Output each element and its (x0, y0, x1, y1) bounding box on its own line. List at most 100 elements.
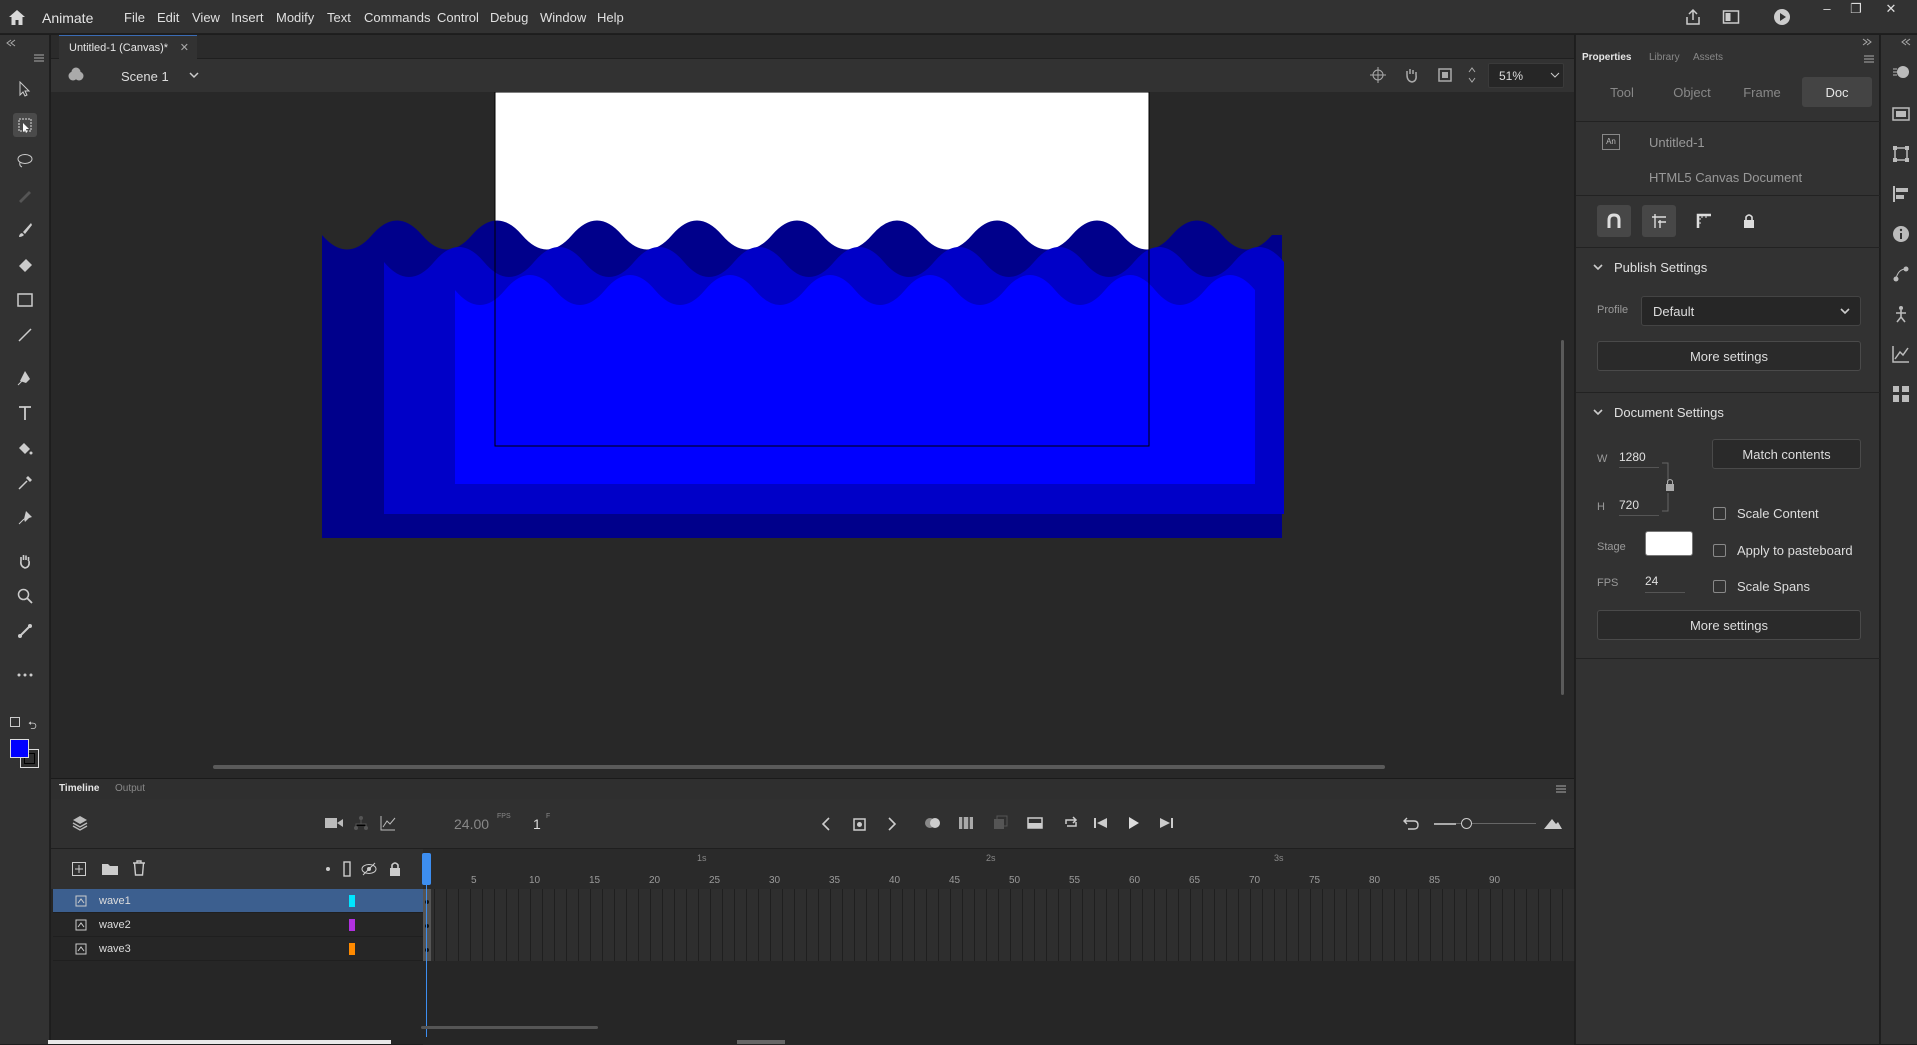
onion-skin-icon[interactable] (924, 816, 942, 830)
zoom-tool-icon[interactable] (13, 584, 37, 608)
hand-tool-icon[interactable] (13, 549, 37, 573)
puppet-icon[interactable] (1892, 305, 1910, 323)
tab-properties[interactable]: Properties (1582, 52, 1631, 63)
swap-colors-icon[interactable]: ⮌ (28, 717, 37, 736)
height-field[interactable]: 720 (1619, 498, 1639, 512)
delete-layer-icon[interactable] (132, 860, 146, 876)
info-icon[interactable] (1892, 225, 1910, 243)
pencil-tool-icon[interactable] (13, 183, 37, 207)
scene-dropdown-icon[interactable] (189, 72, 199, 79)
menu-insert[interactable]: Insert (231, 10, 264, 25)
apply-to-pasteboard-checkbox[interactable] (1713, 544, 1726, 557)
prev-keyframe-icon[interactable] (821, 817, 831, 831)
rotate-stage-icon[interactable] (1403, 67, 1419, 83)
stage-area[interactable] (51, 92, 1574, 778)
free-transform-tool-icon[interactable] (13, 113, 37, 137)
menu-file[interactable]: File (124, 10, 145, 25)
tab-library[interactable]: Library (1649, 52, 1680, 63)
graph-icon[interactable] (380, 815, 396, 831)
line-tool-icon[interactable] (13, 323, 37, 347)
collapse-icon[interactable] (6, 39, 16, 47)
scale-content-checkbox[interactable] (1713, 507, 1726, 520)
fps-field[interactable]: 24 (1645, 574, 1658, 588)
layers-icon[interactable] (71, 814, 89, 832)
eraser-tool-icon[interactable] (13, 253, 37, 277)
share-icon[interactable] (1684, 8, 1702, 26)
publish-more-settings-button[interactable]: More settings (1597, 341, 1861, 371)
play-icon[interactable] (1128, 816, 1140, 830)
menu-view[interactable]: View (192, 10, 220, 25)
menu-text[interactable]: Text (327, 10, 351, 25)
tab-frame[interactable]: Frame (1727, 77, 1797, 107)
insert-keyframe-icon[interactable] (852, 815, 868, 831)
fill-color-swatch[interactable] (10, 739, 29, 758)
layer-row[interactable]: wave3 (53, 937, 423, 961)
collapse-panels-icon[interactable] (1862, 38, 1872, 46)
rectangle-tool-icon[interactable] (13, 288, 37, 312)
layer-outline-color[interactable] (349, 943, 355, 955)
pen-tool-icon[interactable] (13, 366, 37, 390)
layer-row[interactable]: wave2 (53, 913, 423, 937)
outline-layers-icon[interactable] (343, 861, 351, 877)
text-tool-icon[interactable] (13, 401, 37, 425)
center-stage-icon[interactable] (1370, 67, 1386, 83)
new-layer-icon[interactable] (71, 861, 87, 877)
next-keyframe-icon[interactable] (887, 817, 897, 831)
document-tab[interactable]: Untitled-1 (Canvas)* ✕ (59, 35, 197, 59)
more-tools-icon[interactable] (13, 663, 37, 687)
stage-vertical-scrollbar[interactable] (1561, 340, 1564, 695)
home-icon[interactable] (8, 9, 26, 26)
timeline-zoom-slider-handle[interactable] (1461, 818, 1472, 829)
motion-editor-icon[interactable] (1892, 265, 1910, 283)
restore-icon[interactable]: ❐ (1845, 1, 1867, 17)
step-back-icon[interactable] (1094, 817, 1108, 829)
expand-panels-icon[interactable] (1901, 38, 1911, 46)
tab-object[interactable]: Object (1657, 77, 1727, 107)
panel-menu-icon[interactable] (34, 54, 44, 62)
frame-picker-icon[interactable] (1892, 105, 1910, 123)
document-settings-title[interactable]: Document Settings (1614, 405, 1724, 420)
camera-icon[interactable] (325, 817, 343, 829)
hide-layers-icon[interactable] (361, 862, 377, 876)
profile-select[interactable]: Default (1641, 296, 1861, 326)
close-tab-icon[interactable]: ✕ (180, 41, 189, 54)
eyedropper-tool-icon[interactable] (13, 471, 37, 495)
stage-horizontal-scrollbar[interactable] (213, 765, 1385, 769)
snap-toggle[interactable] (1597, 205, 1631, 237)
classic-tween-icon[interactable] (1027, 815, 1043, 831)
selection-tool-icon[interactable] (13, 77, 37, 101)
lock-layers-icon[interactable] (389, 861, 401, 877)
align-icon[interactable] (1892, 185, 1910, 203)
clip-stage-icon[interactable] (1437, 67, 1453, 83)
zoom-stepper-icon[interactable] (1467, 65, 1477, 85)
menu-help[interactable]: Help (597, 10, 624, 25)
close-window-icon[interactable]: ✕ (1880, 1, 1902, 17)
lasso-tool-icon[interactable] (13, 148, 37, 172)
tab-doc[interactable]: Doc (1802, 77, 1872, 107)
tab-assets[interactable]: Assets (1693, 52, 1723, 63)
motion-presets-icon[interactable] (1892, 63, 1910, 81)
menu-modify[interactable]: Modify (276, 10, 314, 25)
layer-name[interactable]: wave3 (99, 943, 131, 955)
scene-name[interactable]: Scene 1 (121, 69, 169, 84)
parenting-icon[interactable] (353, 815, 369, 831)
paint-bucket-tool-icon[interactable] (13, 436, 37, 460)
tab-timeline[interactable]: Timeline (59, 783, 99, 794)
publish-settings-title[interactable]: Publish Settings (1614, 260, 1707, 275)
test-movie-icon[interactable] (1773, 8, 1791, 26)
create-tween-icon[interactable] (992, 815, 1008, 831)
tab-tool[interactable]: Tool (1587, 77, 1657, 107)
scene-icon[interactable] (67, 67, 85, 83)
match-contents-button[interactable]: Match contents (1712, 439, 1861, 469)
properties-menu-icon[interactable] (1864, 55, 1874, 63)
guides-toggle[interactable] (1642, 205, 1676, 237)
minimize-icon[interactable]: – (1816, 1, 1838, 17)
new-folder-icon[interactable] (101, 861, 119, 877)
timeline-horizontal-scrollbar[interactable] (421, 1026, 598, 1029)
layer-outline-color[interactable] (349, 919, 355, 931)
step-forward-icon[interactable] (1159, 817, 1173, 829)
frame-grid[interactable] (423, 889, 1603, 961)
document-settings-chevron-icon[interactable] (1593, 409, 1603, 416)
stage-canvas[interactable] (51, 92, 1574, 778)
tab-output[interactable]: Output (115, 783, 145, 794)
